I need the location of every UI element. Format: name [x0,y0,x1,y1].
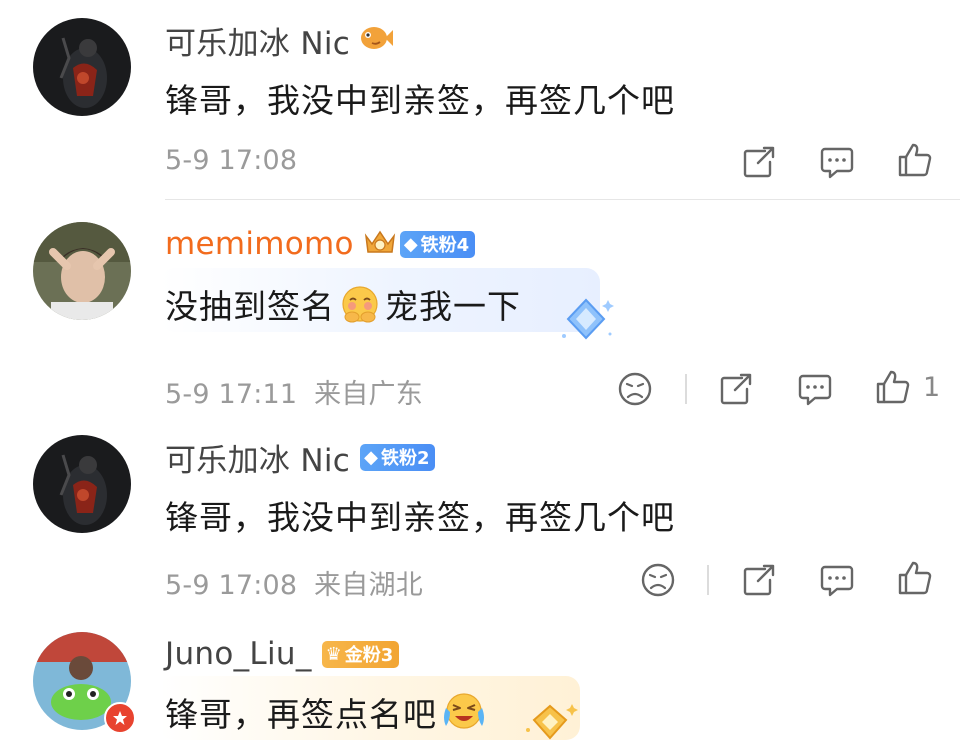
share-icon [743,146,775,178]
comment-text-main: 锋哥，再签点名吧 [165,695,437,734]
fan-badge[interactable]: ♛ 金粉3 [321,640,400,668]
comment-icon [798,374,832,406]
fan-badge[interactable]: ◆ 铁粉2 [360,443,436,471]
comment-icon [820,565,854,597]
avatar[interactable] [33,222,131,320]
comment-text: 没抽到签名 宠我一下 [165,280,521,332]
fish-emoji-icon [358,23,394,57]
crown-icon: ♛ [325,643,342,665]
avatar[interactable] [33,435,131,533]
divider [165,199,960,200]
username[interactable]: Juno_Liu_ [165,636,312,672]
comment-time: 5-9 17:08 [165,570,298,601]
fan-badge-label: 铁粉4 [420,235,470,256]
sad-face-icon [618,372,652,406]
comment-time: 5-9 17:08 [165,145,298,176]
crown-medal-icon [362,226,398,262]
comment-text: 锋哥，再签点名吧 [165,688,491,740]
dislike-button[interactable] [638,560,678,600]
comment-text: 锋哥，我没中到亲签，再签几个吧 [165,498,675,537]
share-button[interactable] [739,560,779,600]
live-badge-icon [104,702,136,734]
like-button[interactable] [895,558,935,598]
like-button[interactable] [873,367,913,407]
fan-badge[interactable]: ◆ 铁粉4 [399,230,476,258]
share-icon [743,564,775,596]
share-button[interactable] [716,369,756,409]
comment-location: 来自湖北 [314,570,423,601]
comment-text: 锋哥，我没中到亲签，再签几个吧 [165,81,675,120]
sad-face-icon [641,563,675,597]
avatar-image [33,222,131,320]
thumbs-up-icon [898,143,932,177]
divider [685,374,687,404]
like-count: 1 [923,372,941,403]
comment-button[interactable] [795,369,835,409]
dislike-button[interactable] [615,369,655,409]
divider [707,565,709,595]
thumbs-up-icon [898,561,932,595]
comment-icon [820,147,854,179]
blushing-emoji-icon [338,284,382,332]
diamond-icon: ◆ [364,446,378,468]
comment-text-part2: 宠我一下 [385,287,521,326]
crown-decoration-icon [520,700,580,740]
share-button[interactable] [739,142,779,182]
fan-badge-label: 金粉3 [344,645,394,666]
avatar-image [33,18,131,116]
avatar-image [33,435,131,533]
comment-button[interactable] [817,142,857,182]
comment-location: 来自广东 [314,379,423,410]
thumbs-up-icon [876,370,910,404]
comment-feed: 可乐加冰 Nic 锋哥，我没中到亲签，再签几个吧 5-9 17:08 memim… [0,0,960,740]
comment-time: 5-9 17:11 [165,379,298,410]
share-icon [720,373,752,405]
comment-button[interactable] [817,560,857,600]
username[interactable]: 可乐加冰 Nic [165,435,350,480]
avatar[interactable] [33,18,131,116]
fan-badge-label: 铁粉2 [380,448,430,469]
crying-laughing-emoji-icon [440,690,488,740]
username[interactable]: 可乐加冰 Nic [165,18,350,63]
diamond-icon: ◆ [403,233,418,255]
username[interactable]: memimomo [165,226,354,262]
diamond-decoration-icon [556,292,616,352]
comment-text-part1: 没抽到签名 [165,287,335,326]
like-button[interactable] [895,140,935,180]
